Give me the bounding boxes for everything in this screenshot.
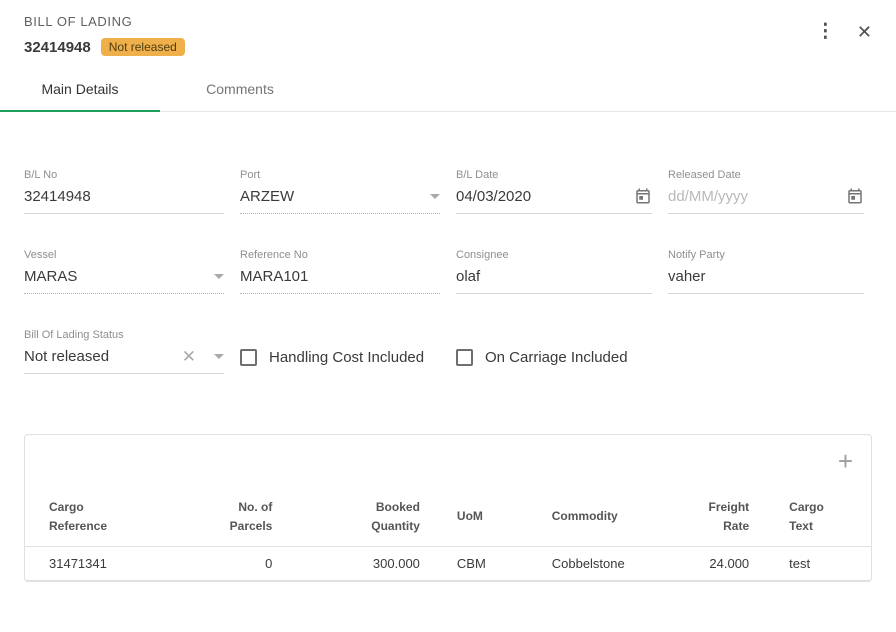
tab-bar: Main Details Comments	[0, 66, 896, 112]
cell-booked-quantity: 300.000	[272, 556, 420, 571]
vessel-select-value: MARAS	[24, 268, 206, 285]
tab-main-details-label: Main Details	[41, 81, 118, 97]
main-details-form: B/L No Port ARZEW B/L Date	[0, 169, 896, 374]
chevron-down-icon	[214, 274, 224, 279]
consignee-label: Consignee	[456, 249, 652, 261]
document-number: 32414948	[24, 39, 91, 56]
cargo-table-card: + Cargo Reference No. of Parcels Booked …	[24, 434, 872, 582]
tab-comments[interactable]: Comments	[160, 66, 320, 111]
field-reference-no: Reference No	[240, 249, 440, 294]
clear-icon: ✕	[182, 348, 196, 365]
field-bl-no: B/L No	[24, 169, 224, 214]
reference-no-label: Reference No	[240, 249, 440, 261]
col-header-booked-quantity: Booked Quantity	[272, 487, 420, 546]
calendar-icon	[846, 187, 864, 205]
col-header-uom: UoM	[420, 487, 517, 546]
field-bl-status: Bill Of Lading Status Not released ✕	[24, 329, 224, 374]
close-icon: ✕	[857, 23, 872, 41]
table-row[interactable]: 31471341 0 300.000 CBM Cobbelstone 24.00…	[25, 547, 871, 581]
bl-status-clear-button[interactable]: ✕	[182, 348, 206, 365]
col-header-commodity: Commodity	[517, 487, 677, 546]
document-number-row: 32414948 Not released	[24, 38, 185, 56]
field-bl-date: B/L Date	[456, 169, 652, 214]
checkbox-unchecked-icon	[240, 349, 257, 366]
consignee-input[interactable]	[456, 268, 652, 285]
bl-no-label: B/L No	[24, 169, 224, 181]
bl-status-label: Bill Of Lading Status	[24, 329, 224, 341]
bl-date-calendar-button[interactable]	[634, 187, 652, 205]
released-date-calendar-button[interactable]	[846, 187, 864, 205]
field-consignee: Consignee	[456, 249, 652, 294]
chevron-down-icon	[214, 354, 224, 359]
bl-date-label: B/L Date	[456, 169, 652, 181]
close-button[interactable]: ✕	[857, 23, 872, 41]
col-header-no-of-parcels: No. of Parcels	[199, 487, 273, 546]
cargo-table-toolbar: +	[25, 435, 871, 487]
field-notify-party: Notify Party	[668, 249, 864, 294]
bl-status-select-value: Not released	[24, 348, 182, 365]
on-carriage-checkbox-label: On Carriage Included	[485, 349, 628, 366]
tab-comments-label: Comments	[206, 81, 274, 97]
handling-cost-checkbox-label: Handling Cost Included	[269, 349, 424, 366]
form-row-3: Bill Of Lading Status Not released ✕ Han…	[24, 329, 872, 374]
header-left: BILL OF LADING 32414948 Not released	[24, 14, 185, 56]
col-header-cargo-text: Cargo Text	[749, 487, 847, 546]
tab-main-details[interactable]: Main Details	[0, 66, 160, 111]
col-header-cargo-reference: Cargo Reference	[49, 487, 199, 546]
add-cargo-button[interactable]: +	[838, 448, 853, 474]
form-row-2: Vessel MARAS Reference No Consignee N	[24, 249, 872, 294]
bl-no-input[interactable]	[24, 188, 224, 205]
notify-party-label: Notify Party	[668, 249, 864, 261]
calendar-icon	[634, 187, 652, 205]
field-released-date: Released Date	[668, 169, 864, 214]
plus-icon: +	[838, 448, 853, 474]
port-select[interactable]: ARZEW	[240, 186, 440, 214]
bill-of-lading-dialog: BILL OF LADING 32414948 Not released ⋮ ✕…	[0, 0, 896, 632]
cargo-table-header: Cargo Reference No. of Parcels Booked Qu…	[25, 487, 871, 547]
cell-cargo-text: test	[749, 556, 847, 571]
checkbox-unchecked-icon	[456, 349, 473, 366]
status-badge: Not released	[101, 38, 185, 56]
port-select-value: ARZEW	[240, 188, 422, 205]
dialog-header: BILL OF LADING 32414948 Not released ⋮ ✕	[0, 0, 896, 64]
bl-status-select[interactable]: Not released ✕	[24, 346, 224, 374]
released-date-label: Released Date	[668, 169, 864, 181]
field-port: Port ARZEW	[240, 169, 440, 214]
header-actions: ⋮ ✕	[816, 22, 872, 41]
kebab-icon: ⋮	[816, 22, 835, 41]
dialog-title: BILL OF LADING	[24, 14, 185, 29]
reference-no-input[interactable]	[240, 268, 440, 285]
on-carriage-checkbox[interactable]: On Carriage Included	[456, 349, 652, 366]
form-row-1: B/L No Port ARZEW B/L Date	[24, 169, 872, 214]
released-date-input[interactable]	[668, 188, 838, 205]
cell-no-of-parcels: 0	[199, 556, 273, 571]
handling-cost-checkbox[interactable]: Handling Cost Included	[240, 349, 440, 366]
cell-commodity: Cobbelstone	[517, 556, 677, 571]
vessel-select[interactable]: MARAS	[24, 266, 224, 294]
bl-date-input[interactable]	[456, 188, 626, 205]
kebab-menu-button[interactable]: ⋮	[816, 22, 835, 41]
notify-party-input[interactable]	[668, 268, 864, 285]
port-label: Port	[240, 169, 440, 181]
col-header-freight-rate: Freight Rate	[676, 487, 749, 546]
field-vessel: Vessel MARAS	[24, 249, 224, 294]
cell-cargo-reference: 31471341	[49, 556, 199, 571]
cell-freight-rate: 24.000	[676, 556, 749, 571]
vessel-label: Vessel	[24, 249, 224, 261]
chevron-down-icon	[430, 194, 440, 199]
cell-uom: CBM	[420, 556, 517, 571]
